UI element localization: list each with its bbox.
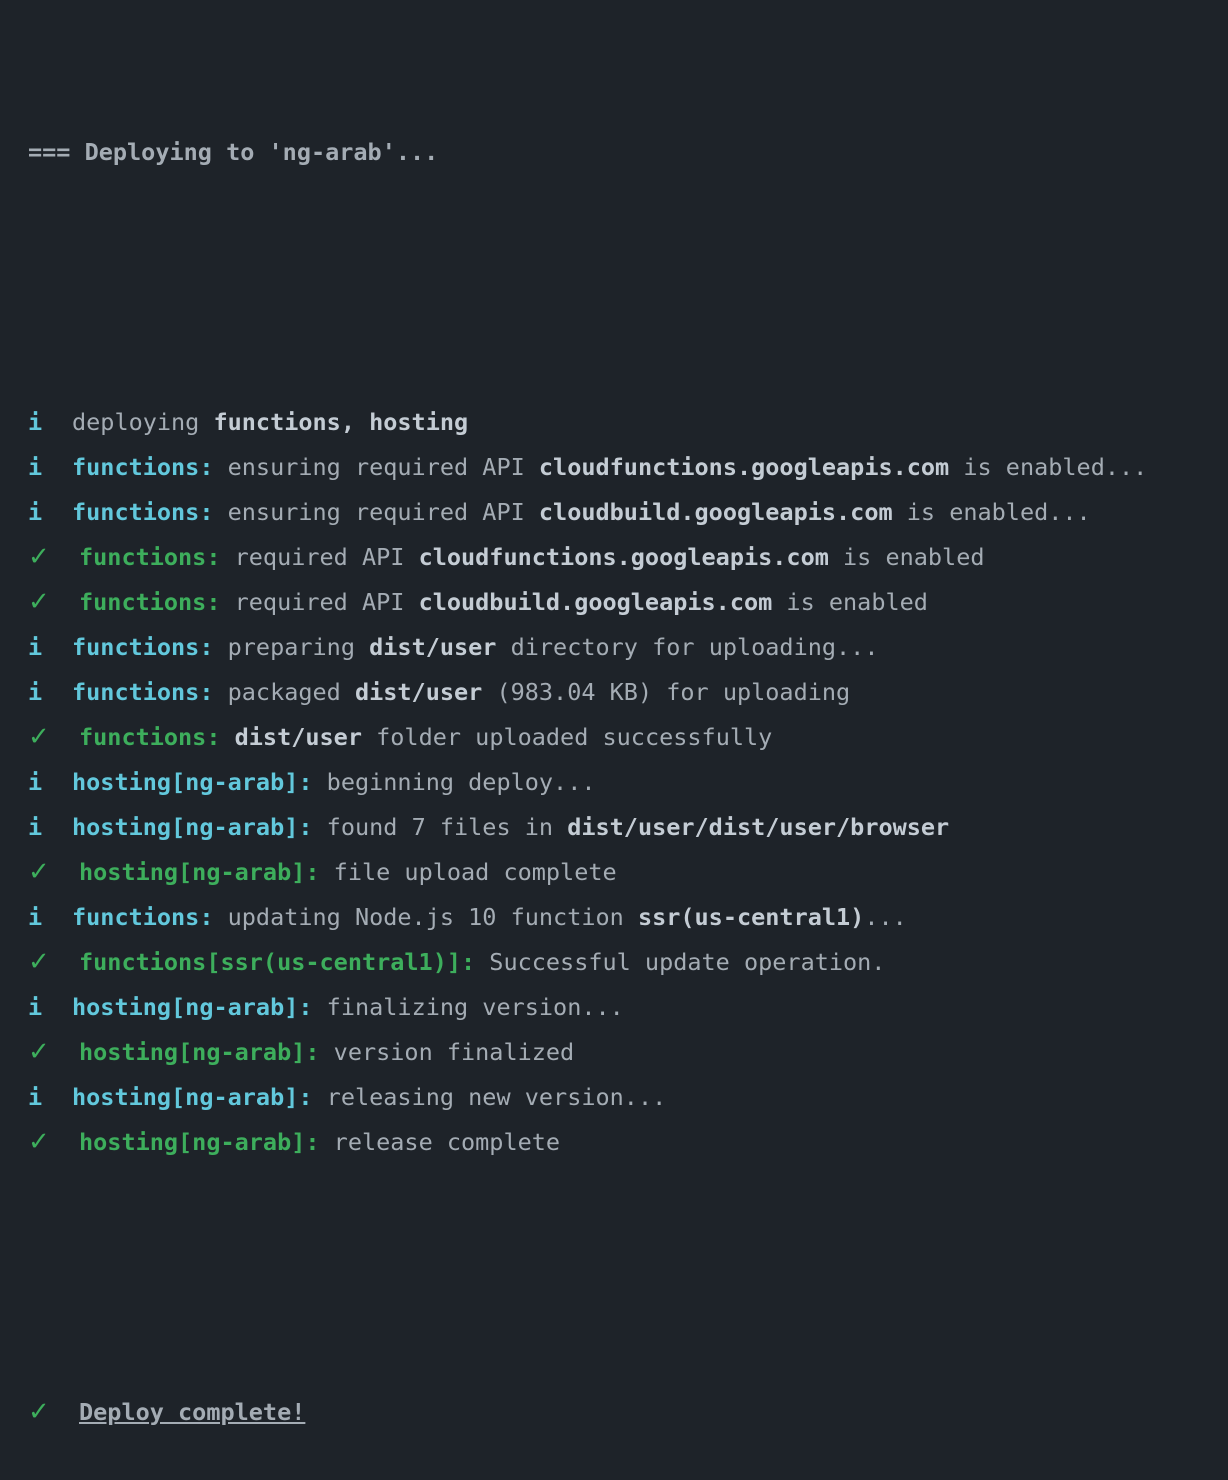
- log-tag: hosting[ng-arab]:: [72, 1083, 313, 1111]
- checkmark-icon: ✓: [28, 722, 50, 752]
- log-tag: functions:: [79, 723, 221, 751]
- log-text: updating Node.js 10 function: [213, 903, 638, 931]
- log-highlight: cloudbuild.googleapis.com: [538, 498, 893, 526]
- info-icon: i: [28, 993, 43, 1021]
- log-text: is enabled: [772, 588, 928, 616]
- log-tag: hosting[ng-arab]:: [72, 993, 313, 1021]
- log-line: i functions: packaged dist/user (983.04 K…: [28, 670, 1218, 715]
- info-icon: i: [28, 678, 43, 706]
- log-highlight: dist/user: [354, 678, 483, 706]
- log-tag: functions:: [79, 588, 221, 616]
- log-line: i functions: updating Node.js 10 function…: [28, 895, 1218, 940]
- log-tag: functions:: [72, 633, 214, 661]
- log-line: ✓ functions: required API cloudfunctions.…: [28, 535, 1218, 580]
- log-text: beginning deploy...: [312, 768, 596, 796]
- log-highlight: dist/user: [234, 723, 362, 751]
- log-text: directory for uploading...: [496, 633, 879, 661]
- log-line: i hosting[ng-arab]: found 7 files in dist…: [28, 805, 1218, 850]
- log-text: deploying: [72, 408, 214, 436]
- info-icon: i: [28, 768, 43, 796]
- log-line: ✓ functions[ssr(us-central1)]: Successful…: [28, 940, 1218, 985]
- log-line: ✓ functions: required API cloudbuild.goog…: [28, 580, 1218, 625]
- log-line: i functions: ensuring required API cloudf…: [28, 445, 1218, 490]
- log-tag: hosting[ng-arab]:: [79, 858, 320, 886]
- checkmark-icon: ✓: [28, 1397, 50, 1427]
- log-line: i functions: ensuring required API cloudb…: [28, 490, 1218, 535]
- log-line: i hosting[ng-arab]: releasing new version…: [28, 1075, 1218, 1120]
- log-text: folder uploaded successfully: [361, 723, 773, 751]
- log-tag: hosting[ng-arab]:: [79, 1128, 320, 1156]
- log-highlight: dist/user: [369, 633, 497, 661]
- log-line: ✓ hosting[ng-arab]: file upload complete: [28, 850, 1218, 895]
- log-line: i hosting[ng-arab]: finalizing version...: [28, 985, 1218, 1030]
- log-tag: functions[ssr(us-central1)]:: [79, 948, 476, 976]
- log-text: is enabled...: [949, 453, 1148, 481]
- log-text: required API: [220, 543, 419, 571]
- log-line: i deploying functions, hosting: [28, 400, 1218, 445]
- log-text: version finalized: [319, 1038, 575, 1066]
- log-text: is enabled...: [892, 498, 1091, 526]
- checkmark-icon: ✓: [28, 1127, 50, 1157]
- log-text: packaged: [213, 678, 355, 706]
- log-text: found 7 files in: [312, 813, 568, 841]
- checkmark-icon: ✓: [28, 857, 50, 887]
- info-icon: i: [28, 903, 43, 931]
- log-line: i hosting[ng-arab]: beginning deploy...: [28, 760, 1218, 805]
- checkmark-icon: ✓: [28, 587, 50, 617]
- log-text: finalizing version...: [312, 993, 624, 1021]
- log-tag: hosting[ng-arab]:: [72, 813, 313, 841]
- info-icon: i: [28, 1083, 43, 1111]
- info-icon: i: [28, 498, 43, 526]
- log-text: preparing: [213, 633, 370, 661]
- log-tag: functions:: [72, 453, 214, 481]
- log-highlight: cloudfunctions.googleapis.com: [418, 543, 829, 571]
- info-icon: i: [28, 453, 43, 481]
- info-icon: i: [28, 813, 43, 841]
- deploy-complete-line: ✓ Deploy complete!: [28, 1390, 1218, 1435]
- log-text: Successful update operation.: [475, 948, 886, 976]
- log-lines: i deploying functions, hosting i functions:…: [28, 400, 1218, 1165]
- log-text: ensuring required API: [213, 498, 539, 526]
- log-line: ✓ functions: dist/user folder uploaded su…: [28, 715, 1218, 760]
- log-text: release complete: [319, 1128, 561, 1156]
- checkmark-icon: ✓: [28, 947, 50, 977]
- log-tag: functions:: [72, 678, 214, 706]
- log-text: required API: [220, 588, 419, 616]
- checkmark-icon: ✓: [28, 1037, 50, 1067]
- deploy-complete-text: Deploy complete!: [79, 1398, 306, 1426]
- log-highlight: ssr(us-central1): [637, 903, 865, 931]
- info-icon: i: [28, 408, 43, 436]
- log-tag: functions:: [72, 903, 214, 931]
- log-text: ensuring required API: [213, 453, 539, 481]
- log-tag: functions:: [79, 543, 221, 571]
- info-icon: i: [28, 633, 43, 661]
- deploy-header: === Deploying to 'ng-arab'...: [28, 130, 1218, 175]
- log-line: i functions: preparing dist/user director…: [28, 625, 1218, 670]
- log-highlight: cloudbuild.googleapis.com: [418, 588, 773, 616]
- log-highlight: cloudfunctions.googleapis.com: [538, 453, 950, 481]
- log-text: (983.04 KB) for uploading: [482, 678, 851, 706]
- log-tag: hosting[ng-arab]:: [72, 768, 313, 796]
- deploy-header-text: === Deploying to 'ng-arab'...: [28, 138, 439, 166]
- log-text: releasing new version...: [312, 1083, 667, 1111]
- checkmark-icon: ✓: [28, 542, 50, 572]
- log-tag: hosting[ng-arab]:: [79, 1038, 320, 1066]
- log-text: is enabled: [828, 543, 985, 571]
- log-highlight: functions, hosting: [213, 408, 469, 436]
- log-line: ✓ hosting[ng-arab]: version finalized: [28, 1030, 1218, 1075]
- terminal-output: === Deploying to 'ng-arab'... i deploying…: [28, 40, 1218, 1480]
- log-text: ...: [864, 903, 907, 931]
- log-line: ✓ hosting[ng-arab]: release complete: [28, 1120, 1218, 1165]
- log-text: file upload complete: [319, 858, 617, 886]
- log-tag: functions:: [72, 498, 214, 526]
- log-highlight: dist/user/dist/user/browser: [567, 813, 950, 841]
